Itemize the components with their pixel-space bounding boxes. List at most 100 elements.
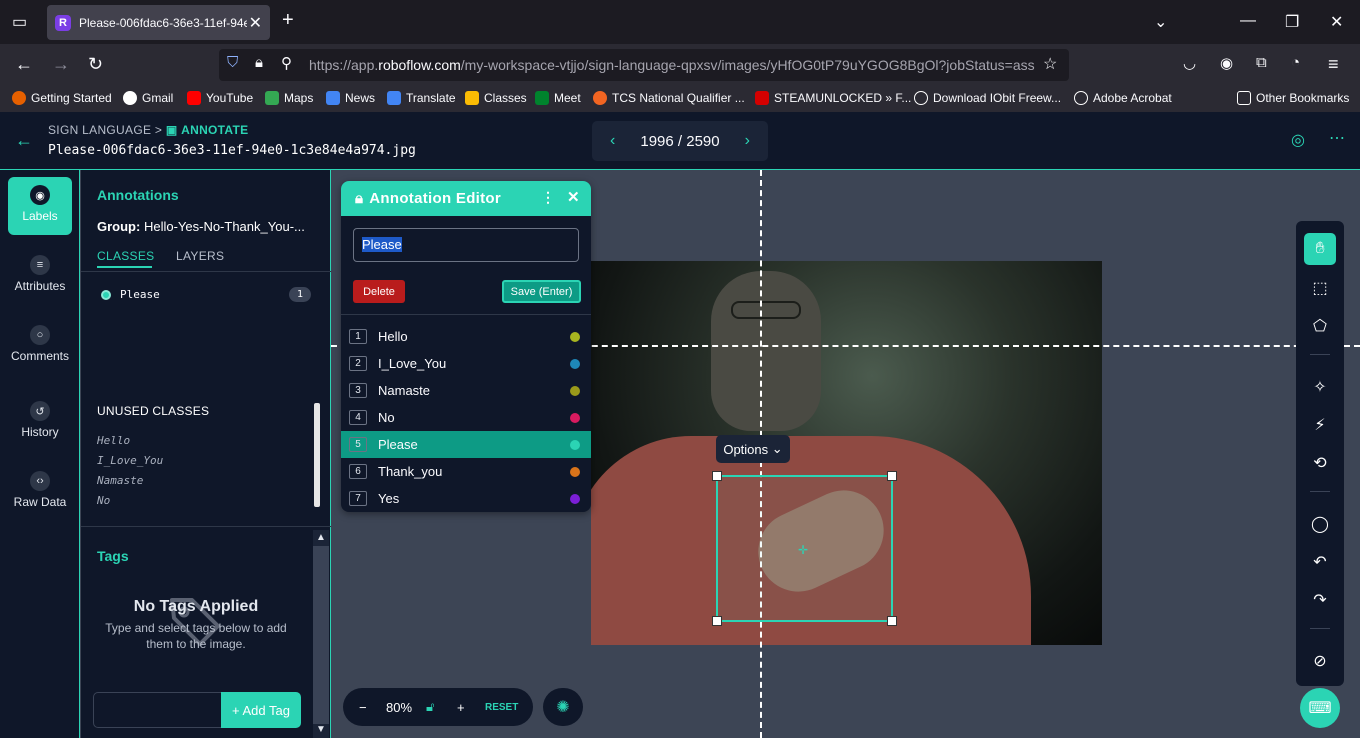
reset-zoom-button[interactable]: RESET bbox=[485, 702, 518, 713]
lock-icon[interactable]: 🔒︎ bbox=[355, 190, 363, 207]
account-icon[interactable]: ◉ bbox=[1220, 54, 1233, 72]
unused-class[interactable]: Hello bbox=[97, 434, 130, 447]
zoom-in-button[interactable]: + bbox=[457, 700, 465, 715]
redo-icon[interactable]: ↷ bbox=[1304, 584, 1336, 616]
breadcrumb-project[interactable]: SIGN LANGUAGE bbox=[48, 123, 151, 137]
new-tab-icon[interactable]: + bbox=[282, 9, 294, 32]
resize-handle[interactable] bbox=[712, 616, 722, 626]
browser-tab[interactable]: R Please-006fdac6-36e3-11ef-94e0 ✕ bbox=[47, 5, 270, 40]
pocket-icon[interactable]: ◡ bbox=[1183, 54, 1196, 72]
class-option[interactable]: 1 Hello bbox=[341, 323, 591, 350]
rail-attributes[interactable]: ≡ Attributes bbox=[8, 247, 72, 305]
class-option-selected[interactable]: 5 Please bbox=[341, 431, 591, 458]
undo-icon[interactable]: ↶ bbox=[1304, 546, 1336, 578]
class-option[interactable]: 2 I_Love_You bbox=[341, 350, 591, 377]
bookmark-star-icon[interactable]: ☆ bbox=[1043, 54, 1057, 74]
comment-icon[interactable]: ◯ bbox=[1304, 508, 1336, 540]
bookmark-tcs[interactable]: TCS National Qualifier ... bbox=[593, 91, 745, 105]
rail-comments[interactable]: ○ Comments bbox=[8, 317, 72, 375]
extensions-icon[interactable]: ⧉ bbox=[1256, 54, 1267, 71]
menu-icon[interactable]: ≡ bbox=[1328, 54, 1339, 75]
rail-raw-data[interactable]: ‹› Raw Data bbox=[8, 463, 72, 521]
back-icon[interactable]: ← bbox=[15, 54, 33, 75]
bookmark-classes[interactable]: Classes bbox=[465, 91, 527, 105]
more-options-icon[interactable]: ⋯ bbox=[1329, 128, 1345, 148]
minimize-icon[interactable]: — bbox=[1240, 12, 1256, 30]
tab-list-icon[interactable]: ▭ bbox=[12, 12, 27, 32]
tab-layers[interactable]: LAYERS bbox=[176, 249, 224, 263]
bounding-box-tool-icon[interactable]: ⬚ bbox=[1304, 272, 1336, 304]
shield-icon[interactable]: ⛉ bbox=[227, 54, 238, 71]
browser-tab-strip: ▭ R Please-006fdac6-36e3-11ef-94e0 ✕ + ⌄… bbox=[0, 0, 1360, 44]
bookmark-steamunlocked[interactable]: STEAMUNLOCKED » F... bbox=[755, 91, 911, 105]
keyboard-shortcuts-icon[interactable]: ⌨ bbox=[1300, 688, 1340, 728]
resize-handle[interactable] bbox=[887, 616, 897, 626]
zoom-out-button[interactable]: − bbox=[359, 700, 367, 715]
class-option[interactable]: 7 Yes bbox=[341, 485, 591, 512]
scroll-down-icon[interactable]: ▼ bbox=[316, 724, 326, 735]
hide-annotations-icon[interactable]: ◎ bbox=[1291, 130, 1305, 150]
polygon-tool-icon[interactable]: ⬠ bbox=[1304, 310, 1336, 342]
bookmark-news[interactable]: News bbox=[326, 91, 375, 105]
hand-tool-icon[interactable]: ✋︎ bbox=[1304, 233, 1336, 265]
resize-handle[interactable] bbox=[712, 471, 722, 481]
tab-classes[interactable]: CLASSES bbox=[97, 249, 154, 263]
extension-icon[interactable]: ◔ bbox=[1291, 54, 1300, 71]
other-bookmarks[interactable]: Other Bookmarks bbox=[1237, 91, 1349, 105]
class-row[interactable]: Please 1 bbox=[101, 287, 311, 302]
restore-icon[interactable]: ❐ bbox=[1285, 12, 1299, 32]
previous-image-icon[interactable]: ‹ bbox=[610, 132, 615, 150]
options-button[interactable]: Options ⌄ bbox=[716, 435, 790, 463]
close-tab-icon[interactable]: ✕ bbox=[249, 13, 262, 33]
window-close-icon[interactable]: ✕ bbox=[1330, 12, 1343, 32]
forward-icon[interactable]: → bbox=[52, 54, 70, 75]
unused-scrollbar[interactable] bbox=[314, 403, 320, 507]
settings-icon[interactable]: ✺ bbox=[543, 688, 583, 726]
bookmark-maps[interactable]: Maps bbox=[265, 91, 313, 105]
bounding-box[interactable]: ✛ bbox=[712, 471, 897, 626]
bookmark-meet[interactable]: Meet bbox=[535, 91, 581, 105]
magic-wand-icon[interactable]: ⚡︎ bbox=[1304, 409, 1336, 441]
close-icon[interactable]: ✕ bbox=[567, 188, 580, 206]
unused-class[interactable]: I_Love_You bbox=[97, 454, 163, 467]
bookmark-translate[interactable]: Translate bbox=[387, 91, 456, 105]
bookmark-youtube[interactable]: YouTube bbox=[187, 91, 253, 105]
panel-scrollbar[interactable]: ▲ ▼ bbox=[313, 530, 329, 738]
url-bar[interactable]: ⛉ 🔒︎ ⚲ https://app.roboflow.com/my-works… bbox=[219, 49, 1069, 81]
class-option[interactable]: 4 No bbox=[341, 404, 591, 431]
smart-select-icon[interactable]: ✧ bbox=[1304, 371, 1336, 403]
next-image-icon[interactable]: › bbox=[745, 132, 750, 150]
reload-icon[interactable]: ↻ bbox=[88, 54, 103, 75]
permissions-icon[interactable]: ⚲ bbox=[281, 54, 292, 72]
scroll-thumb[interactable] bbox=[313, 546, 329, 724]
class-color-dot bbox=[570, 466, 580, 477]
unused-class[interactable]: No bbox=[97, 494, 110, 507]
label-icon: ◉ bbox=[30, 185, 50, 205]
zoom-lock-icon[interactable]: 🔓︎ bbox=[426, 699, 434, 715]
save-button[interactable]: Save (Enter) bbox=[502, 280, 581, 303]
browser-navbar: ← → ↻ ⛉ 🔒︎ ⚲ https://app.roboflow.com/my… bbox=[0, 44, 1360, 86]
class-input[interactable]: Please bbox=[353, 228, 579, 262]
rail-history[interactable]: ↺ History bbox=[8, 393, 72, 451]
repeat-icon[interactable]: ⟲ bbox=[1304, 447, 1336, 479]
delete-button[interactable]: Delete bbox=[353, 280, 405, 303]
bookmark-gmail[interactable]: Gmail bbox=[123, 91, 173, 105]
chevron-down-icon[interactable]: ⌄ bbox=[1154, 12, 1167, 32]
back-arrow-icon[interactable]: ← bbox=[15, 130, 33, 151]
add-tag-button[interactable]: + Add Tag bbox=[221, 692, 301, 728]
lock-icon[interactable]: 🔒︎ bbox=[255, 54, 263, 71]
bookmark-getting-started[interactable]: Getting Started bbox=[12, 91, 112, 105]
bookmark-iobit[interactable]: Download IObit Freew... bbox=[914, 91, 1061, 105]
rail-labels[interactable]: ◉ Labels bbox=[8, 177, 72, 235]
class-option[interactable]: 3 Namaste bbox=[341, 377, 591, 404]
resize-handle[interactable] bbox=[887, 471, 897, 481]
unused-class[interactable]: Namaste bbox=[97, 474, 143, 487]
class-option[interactable]: 6 Thank_you bbox=[341, 458, 591, 485]
url-text[interactable]: https://app.roboflow.com/my-workspace-vt… bbox=[309, 57, 1035, 73]
more-vertical-icon[interactable]: ⋮ bbox=[541, 189, 555, 206]
scroll-up-icon[interactable]: ▲ bbox=[316, 532, 326, 543]
history-icon: ↺ bbox=[30, 401, 50, 421]
bookmark-acrobat[interactable]: Adobe Acrobat bbox=[1074, 91, 1172, 105]
hide-icon[interactable]: ⊘ bbox=[1304, 645, 1336, 677]
tag-input[interactable] bbox=[93, 692, 223, 728]
